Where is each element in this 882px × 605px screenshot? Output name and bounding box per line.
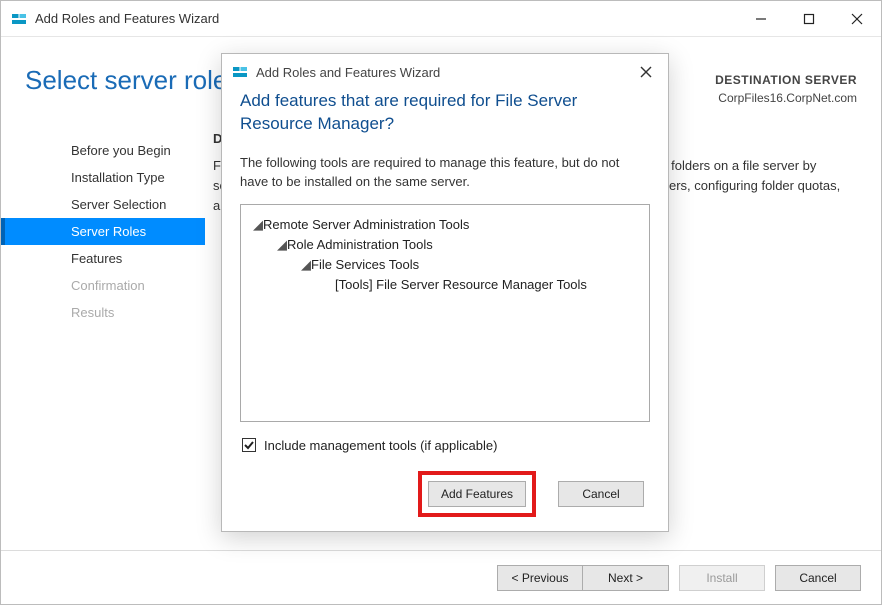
dialog-text: The following tools are required to mana… [240,154,650,192]
add-features-dialog: Add Roles and Features Wizard Add featur… [221,53,669,532]
tree-item-label: Remote Server Administration Tools [263,217,469,232]
minimize-button[interactable] [737,1,785,37]
dialog-headline: Add features that are required for File … [240,90,650,136]
close-icon [640,66,652,78]
close-button[interactable] [833,1,881,37]
include-tools-row[interactable]: Include management tools (if applicable) [242,438,650,453]
nav-step-confirmation: Confirmation [1,272,205,299]
server-manager-icon [11,12,27,26]
window-title: Add Roles and Features Wizard [35,11,737,26]
tree-item-label: File Services Tools [311,257,419,272]
check-icon [244,440,254,450]
previous-button[interactable]: < Previous [497,565,583,591]
add-features-button[interactable]: Add Features [428,481,526,507]
dialog-title: Add Roles and Features Wizard [256,65,624,80]
dialog-close-button[interactable] [624,54,668,90]
tree-item[interactable]: ◢ File Services Tools [253,255,637,275]
window-controls [737,1,881,37]
tree-item[interactable]: [Tools] File Server Resource Manager Too… [253,275,637,295]
dialog-titlebar: Add Roles and Features Wizard [222,54,668,90]
window-titlebar: Add Roles and Features Wizard [1,1,881,37]
destination-name: CorpFiles16.CorpNet.com [715,89,857,107]
server-manager-icon [232,65,248,79]
dialog-cancel-button[interactable]: Cancel [558,481,644,507]
include-tools-label: Include management tools (if applicable) [264,438,497,453]
tree-expand-icon: ◢ [301,255,311,275]
wizard-nav: Before you BeginInstallation TypeServer … [1,115,205,550]
nav-step-before-you-begin[interactable]: Before you Begin [1,137,205,164]
nav-button-group: < Previous Next > [497,565,669,591]
tree-expand-icon: ◢ [253,215,263,235]
nav-step-features[interactable]: Features [1,245,205,272]
nav-step-installation-type[interactable]: Installation Type [1,164,205,191]
nav-step-server-selection[interactable]: Server Selection [1,191,205,218]
tree-item-label: Role Administration Tools [287,237,433,252]
tree-expand-icon: ◢ [277,235,287,255]
wizard-window: Add Roles and Features Wizard Select ser… [0,0,882,605]
required-features-tree: ◢ Remote Server Administration Tools◢ Ro… [240,204,650,422]
tree-item[interactable]: ◢ Role Administration Tools [253,235,637,255]
wizard-footer: < Previous Next > Install Cancel [1,550,881,604]
cancel-button[interactable]: Cancel [775,565,861,591]
tree-item-label: [Tools] File Server Resource Manager Too… [335,277,587,292]
dialog-body: Add features that are required for File … [222,90,668,517]
tree-item[interactable]: ◢ Remote Server Administration Tools [253,215,637,235]
nav-step-server-roles[interactable]: Server Roles [1,218,205,245]
destination-block: DESTINATION SERVER CorpFiles16.CorpNet.c… [715,65,857,107]
dialog-actions: Add Features Cancel [240,471,650,517]
install-button[interactable]: Install [679,565,765,591]
nav-step-results: Results [1,299,205,326]
next-button[interactable]: Next > [583,565,669,591]
close-icon [851,13,863,25]
minimize-icon [755,13,767,25]
add-features-highlight: Add Features [418,471,536,517]
maximize-button[interactable] [785,1,833,37]
include-tools-checkbox[interactable] [242,438,256,452]
maximize-icon [803,13,815,25]
destination-label: DESTINATION SERVER [715,71,857,89]
